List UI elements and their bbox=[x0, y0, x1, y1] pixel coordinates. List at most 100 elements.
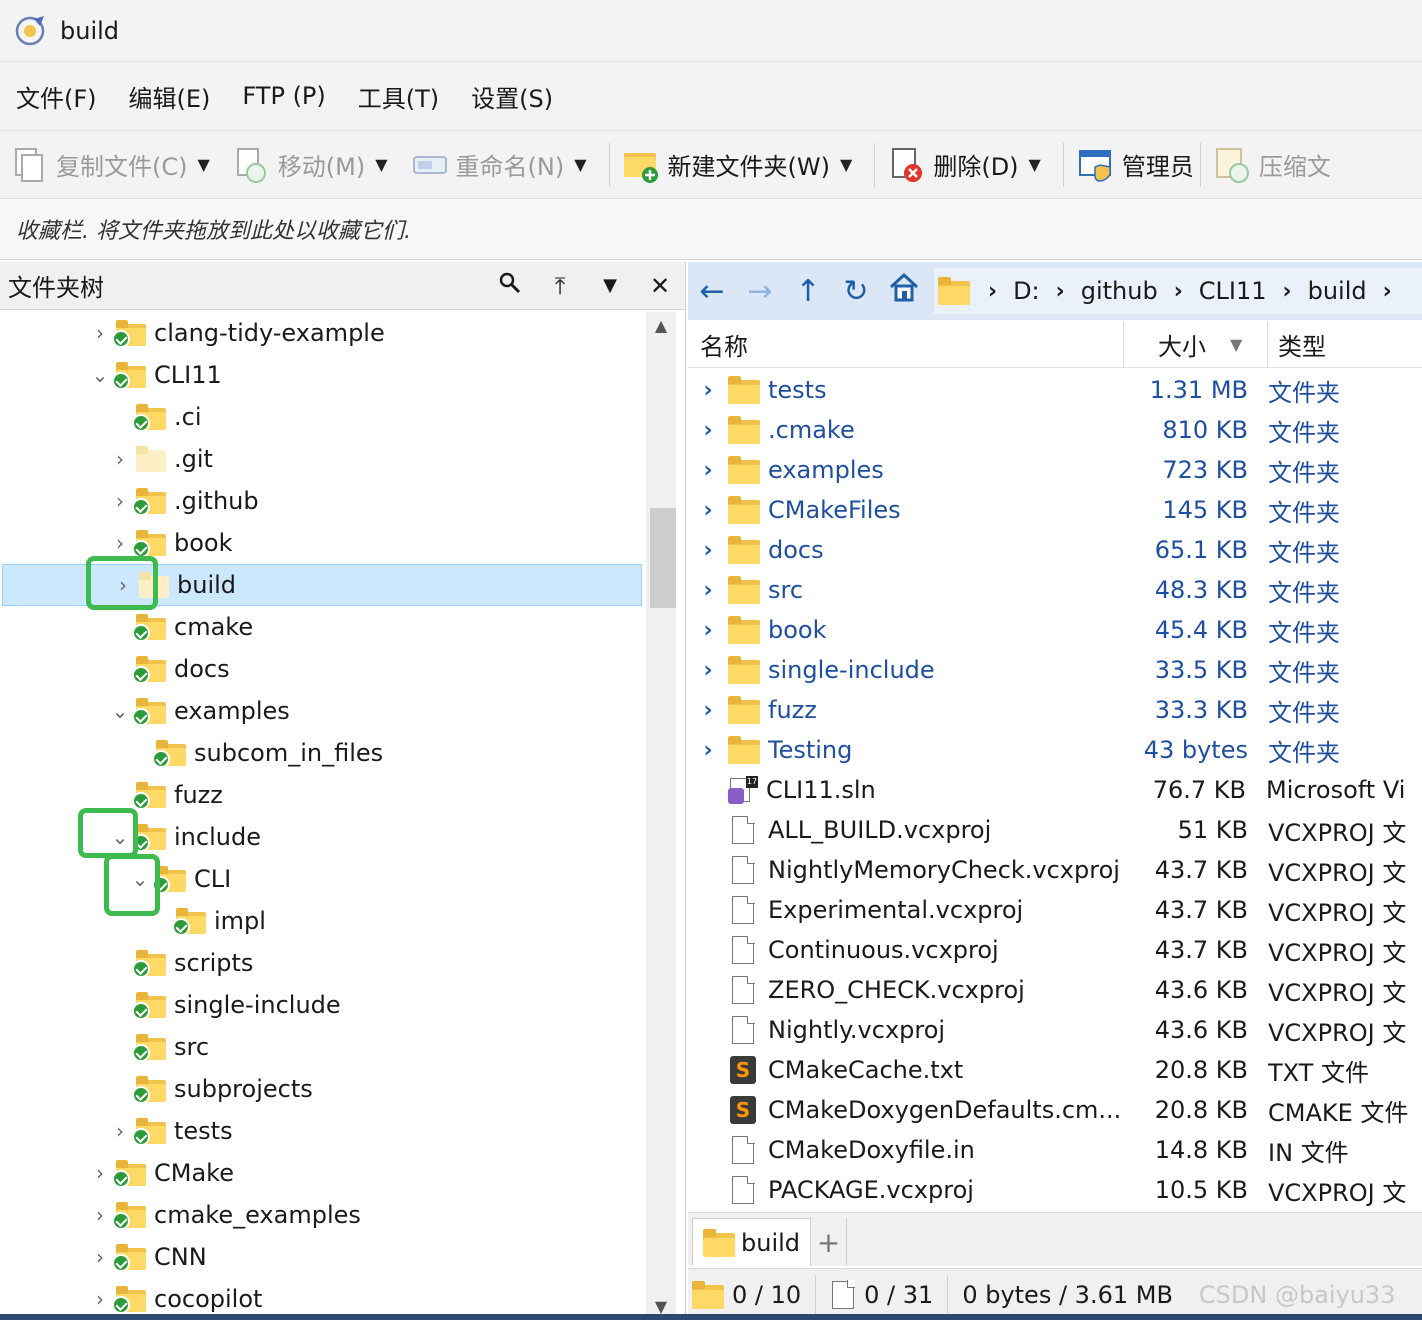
menu-settings[interactable]: 设置(S) bbox=[471, 79, 553, 114]
menu-ftp[interactable]: FTP (P) bbox=[242, 82, 325, 110]
file-row[interactable]: S CMakeDoxygenDefaults.cm... 20.8 KB CMAKE … bbox=[688, 1090, 1422, 1130]
up-arrow-icon[interactable]: ↑ bbox=[784, 274, 832, 309]
breadcrumb-chevron-icon[interactable]: › bbox=[1056, 279, 1065, 304]
breadcrumb-github[interactable]: github bbox=[1081, 277, 1158, 305]
menu-edit[interactable]: 编辑(E) bbox=[129, 79, 211, 114]
forward-arrow-icon[interactable]: → bbox=[736, 274, 784, 309]
copy-dropdown-icon[interactable]: ▼ bbox=[197, 155, 209, 174]
refresh-icon[interactable]: ↻ bbox=[832, 274, 880, 309]
tree-item[interactable]: scripts bbox=[0, 942, 646, 984]
breadcrumb-build[interactable]: build bbox=[1308, 277, 1367, 305]
column-name[interactable]: 名称 bbox=[688, 321, 1124, 368]
expand-chevron-icon[interactable]: › bbox=[688, 498, 728, 523]
file-row[interactable]: › docs 65.1 KB 文件夹 bbox=[688, 530, 1422, 570]
expand-chevron-icon[interactable]: › bbox=[688, 538, 728, 563]
tree-item[interactable]: subcom_in_files bbox=[0, 732, 646, 774]
collapsed-chevron-icon[interactable]: › bbox=[110, 447, 130, 471]
tree-item[interactable]: › clang-tidy-example bbox=[0, 312, 646, 354]
tree-item[interactable]: src bbox=[0, 1026, 646, 1068]
file-row[interactable]: NightlyMemoryCheck.vcxproj 43.7 KB VCXPROJ… bbox=[688, 850, 1422, 890]
file-row[interactable]: › tests 1.31 MB 文件夹 bbox=[688, 370, 1422, 410]
add-tab-icon[interactable]: + bbox=[811, 1218, 848, 1266]
breadcrumb-chevron-icon[interactable]: › bbox=[1174, 279, 1183, 304]
menu-file[interactable]: 文件(F) bbox=[16, 79, 97, 114]
dropdown-icon[interactable]: ▼ bbox=[585, 275, 635, 296]
search-icon[interactable] bbox=[485, 272, 535, 300]
tree-item[interactable]: › cmake_examples bbox=[0, 1194, 646, 1236]
compress-button[interactable]: 压缩文 bbox=[1213, 139, 1331, 191]
file-row[interactable]: › src 48.3 KB 文件夹 bbox=[688, 570, 1422, 610]
move-button[interactable]: 移动(M) ▼ bbox=[232, 139, 404, 191]
breadcrumb-chevron-icon[interactable]: › bbox=[1383, 279, 1392, 304]
column-type[interactable]: 类型 bbox=[1268, 322, 1422, 368]
file-row[interactable]: Experimental.vcxproj 43.7 KB VCXPROJ 文 bbox=[688, 890, 1422, 930]
tree-item[interactable]: cmake bbox=[0, 606, 646, 648]
file-row[interactable]: › fuzz 33.3 KB 文件夹 bbox=[688, 690, 1422, 730]
column-size[interactable]: 大小 ▼ bbox=[1124, 321, 1268, 368]
file-row[interactable]: › book 45.4 KB 文件夹 bbox=[688, 610, 1422, 650]
file-row[interactable]: Continuous.vcxproj 43.7 KB VCXPROJ 文 bbox=[688, 930, 1422, 970]
file-row[interactable]: Nightly.vcxproj 43.6 KB VCXPROJ 文 bbox=[688, 1010, 1422, 1050]
copy-button[interactable]: 复制文件(C) ▼ bbox=[10, 139, 226, 191]
scrollbar-thumb[interactable] bbox=[650, 508, 676, 608]
expanded-chevron-icon[interactable]: ⌄ bbox=[90, 363, 110, 387]
tree-item[interactable]: subprojects bbox=[0, 1068, 646, 1110]
file-row[interactable]: › .cmake 810 KB 文件夹 bbox=[688, 410, 1422, 450]
tree-item[interactable]: › tests bbox=[0, 1110, 646, 1152]
tree-item[interactable]: › .git bbox=[0, 438, 646, 480]
tree-item[interactable]: › CMake bbox=[0, 1152, 646, 1194]
tree-item[interactable]: docs bbox=[0, 648, 646, 690]
scroll-up-icon[interactable]: ▲ bbox=[646, 316, 676, 335]
expand-chevron-icon[interactable]: › bbox=[688, 578, 728, 603]
tree-item[interactable]: ⌄ examples bbox=[0, 690, 646, 732]
collapse-to-top-icon[interactable]: ⤒ bbox=[535, 272, 585, 300]
expand-chevron-icon[interactable]: › bbox=[688, 618, 728, 643]
breadcrumb[interactable]: › D: › github › CLI11 › build › bbox=[934, 268, 1422, 314]
collapsed-chevron-icon[interactable]: › bbox=[90, 1161, 110, 1185]
back-arrow-icon[interactable]: ← bbox=[688, 274, 736, 309]
expand-chevron-icon[interactable]: › bbox=[688, 378, 728, 403]
file-row[interactable]: › CMakeFiles 145 KB 文件夹 bbox=[688, 490, 1422, 530]
file-row[interactable]: 17 CLI11.sln 76.7 KB Microsoft Vi bbox=[688, 770, 1422, 810]
collapsed-chevron-icon[interactable]: › bbox=[110, 531, 130, 555]
close-icon[interactable]: ✕ bbox=[635, 272, 685, 300]
expand-chevron-icon[interactable]: › bbox=[688, 458, 728, 483]
rename-dropdown-icon[interactable]: ▼ bbox=[574, 155, 586, 174]
delete-dropdown-icon[interactable]: ▼ bbox=[1029, 155, 1041, 174]
breadcrumb-cli11[interactable]: CLI11 bbox=[1199, 277, 1267, 305]
collapsed-chevron-icon[interactable]: › bbox=[90, 1203, 110, 1227]
file-row[interactable]: S CMakeCache.txt 20.8 KB TXT 文件 bbox=[688, 1050, 1422, 1090]
collapsed-chevron-icon[interactable]: › bbox=[90, 1287, 110, 1311]
expand-chevron-icon[interactable]: › bbox=[688, 418, 728, 443]
file-row[interactable]: ALL_BUILD.vcxproj 51 KB VCXPROJ 文 bbox=[688, 810, 1422, 850]
tree-item[interactable]: ⌄ CLI bbox=[0, 858, 646, 900]
file-row[interactable]: › Testing 43 bytes 文件夹 bbox=[688, 730, 1422, 770]
home-icon[interactable] bbox=[880, 272, 928, 310]
expand-chevron-icon[interactable]: › bbox=[688, 698, 728, 723]
tab-build[interactable]: build bbox=[692, 1218, 812, 1266]
tree-item[interactable]: .ci bbox=[0, 396, 646, 438]
file-row[interactable]: ZERO_CHECK.vcxproj 43.6 KB VCXPROJ 文 bbox=[688, 970, 1422, 1010]
tree-item[interactable]: › CNN bbox=[0, 1236, 646, 1278]
file-row[interactable]: › single-include 33.5 KB 文件夹 bbox=[688, 650, 1422, 690]
file-row[interactable]: › examples 723 KB 文件夹 bbox=[688, 450, 1422, 490]
tree-item[interactable]: impl bbox=[0, 900, 646, 942]
collapsed-chevron-icon[interactable]: › bbox=[110, 1119, 130, 1143]
breadcrumb-chevron-icon[interactable]: › bbox=[988, 279, 997, 304]
menu-tools[interactable]: 工具(T) bbox=[358, 79, 439, 114]
new-folder-button[interactable]: 新建文件夹(W) ▼ bbox=[622, 139, 869, 191]
collapsed-chevron-icon[interactable]: › bbox=[90, 321, 110, 345]
breadcrumb-drive[interactable]: D: bbox=[1013, 277, 1040, 305]
collapsed-chevron-icon[interactable]: › bbox=[90, 1245, 110, 1269]
expanded-chevron-icon[interactable]: ⌄ bbox=[110, 699, 130, 723]
breadcrumb-chevron-icon[interactable]: › bbox=[1283, 279, 1292, 304]
admin-button[interactable]: 管理员 bbox=[1076, 139, 1194, 191]
collapsed-chevron-icon[interactable]: › bbox=[110, 489, 130, 513]
delete-button[interactable]: 删除(D) ▼ bbox=[887, 139, 1057, 191]
tree-item[interactable]: single-include bbox=[0, 984, 646, 1026]
move-dropdown-icon[interactable]: ▼ bbox=[375, 155, 387, 174]
expand-chevron-icon[interactable]: › bbox=[688, 738, 728, 763]
tree-item[interactable]: ⌄ CLI11 bbox=[0, 354, 646, 396]
file-row[interactable]: CMakeDoxyfile.in 14.8 KB IN 文件 bbox=[688, 1130, 1422, 1170]
expand-chevron-icon[interactable]: › bbox=[688, 658, 728, 683]
